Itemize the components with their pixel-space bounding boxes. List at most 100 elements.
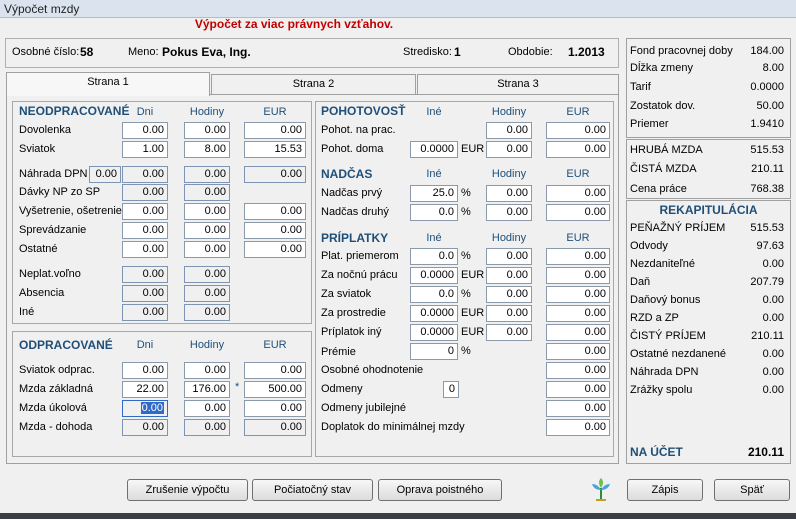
- pociatocny-stav-button[interactable]: Počiatočný stav: [252, 479, 373, 501]
- nadcas-druhy-hodiny[interactable]: 0.00: [486, 204, 532, 221]
- dovolenka-dni[interactable]: 0.00: [122, 122, 168, 139]
- sprevadzanie-hodiny[interactable]: 0.00: [184, 222, 230, 239]
- mzda-ukolova-eur[interactable]: 0.00: [244, 400, 306, 417]
- priplatok-ine[interactable]: 0.0: [410, 248, 458, 265]
- mzda-dohoda-eur: 0.00: [244, 419, 306, 436]
- priplatok-eur[interactable]: 0.00: [546, 305, 610, 322]
- priplatok-eur[interactable]: 0.00: [546, 324, 610, 341]
- priplatok-eur[interactable]: 0.00: [546, 267, 610, 284]
- cista-mzda-label: ČISTÁ MZDA: [630, 163, 697, 175]
- sviatok-dni[interactable]: 1.00: [122, 141, 168, 158]
- nadcas-prvy-eur[interactable]: 0.00: [546, 185, 610, 202]
- nadcas-druhy-ine[interactable]: 0.0: [410, 204, 458, 221]
- dovolenka-hodiny[interactable]: 0.00: [184, 122, 230, 139]
- priplatok-ine[interactable]: 0: [410, 343, 458, 360]
- obdobie-value: 1.2013: [568, 45, 605, 59]
- priplatok-unit: EUR: [461, 326, 485, 338]
- vysetrenie-label: Vyšetrenie, ošetrenie: [19, 205, 122, 217]
- hruba-mzda-label: HRUBÁ MZDA: [630, 144, 703, 156]
- nadcas-druhy-unit: %: [461, 206, 471, 218]
- mzda-zakladna-dni[interactable]: 22.00: [122, 381, 168, 398]
- rekap-row-value: 207.79: [750, 276, 784, 288]
- sviatok-hodiny[interactable]: 8.00: [184, 141, 230, 158]
- tab-strana-3[interactable]: Strana 3: [417, 74, 619, 94]
- dovolenka-eur[interactable]: 0.00: [244, 122, 306, 139]
- ostatne-dni[interactable]: 0.00: [122, 241, 168, 258]
- rekap-row-label: Nezdaniteľné: [630, 258, 695, 270]
- sviatok-odprac-hodiny[interactable]: 0.00: [184, 362, 230, 379]
- spat-button[interactable]: Späť: [714, 479, 790, 501]
- oprava-poistneho-button[interactable]: Oprava poistného: [378, 479, 502, 501]
- priplatok-hodiny[interactable]: 0.00: [486, 267, 532, 284]
- vysetrenie-eur[interactable]: 0.00: [244, 203, 306, 220]
- ostatne-eur[interactable]: 0.00: [244, 241, 306, 258]
- priplatok-ine[interactable]: 0.0000: [410, 305, 458, 322]
- sviatok-odprac-eur[interactable]: 0.00: [244, 362, 306, 379]
- tab-strana-2[interactable]: Strana 2: [211, 74, 416, 94]
- plant-icon: [588, 476, 614, 502]
- rekap-row-label: Daňový bonus: [630, 294, 701, 306]
- priplatok-eur[interactable]: 0.00: [546, 343, 610, 360]
- mzda-dohoda-dni: 0.00: [122, 419, 168, 436]
- priplatok-ine[interactable]: 0.0000: [410, 267, 458, 284]
- cena-prace-value: 768.38: [750, 183, 784, 195]
- priplatok-eur[interactable]: 0.00: [546, 286, 610, 303]
- mzda-ukolova-dni-value: 0.00: [140, 402, 164, 414]
- mzda-zakladna-eur[interactable]: 500.00: [244, 381, 306, 398]
- pohot-naprac-label: Pohot. na prac.: [321, 124, 396, 136]
- odmeny-eur[interactable]: 0.00: [546, 381, 610, 398]
- mzda-zakladna-label: Mzda základná: [19, 383, 93, 395]
- sviatok-eur[interactable]: 15.53: [244, 141, 306, 158]
- sprevadzanie-label: Sprevádzanie: [19, 224, 87, 236]
- osobne-label: Osobné číslo:: [12, 46, 80, 58]
- ine-label: Iné: [19, 306, 35, 318]
- pohot-doma-ine[interactable]: 0.0000: [410, 141, 458, 158]
- pohot-doma-eur[interactable]: 0.00: [546, 141, 610, 158]
- rekap-row-value: 0.00: [762, 348, 784, 360]
- ostatne-hodiny[interactable]: 0.00: [184, 241, 230, 258]
- mzda-ukolova-dni[interactable]: 0.00: [122, 400, 168, 417]
- vysetrenie-dni[interactable]: 0.00: [122, 203, 168, 220]
- osobne-ohodnotenie-eur[interactable]: 0.00: [546, 362, 610, 379]
- rekap-row-value: 0.00: [762, 384, 784, 396]
- priplatok-hodiny[interactable]: 0.00: [486, 286, 532, 303]
- neplat-dni: 0.00: [122, 266, 168, 283]
- neplat-hodiny: 0.00: [184, 266, 230, 283]
- rekap-row-value: 515.53: [750, 222, 784, 234]
- vysetrenie-hodiny[interactable]: 0.00: [184, 203, 230, 220]
- odpr-col-hodiny: Hodiny: [189, 339, 225, 351]
- doplatok-eur[interactable]: 0.00: [546, 419, 610, 436]
- priplatok-ine[interactable]: 0.0000: [410, 324, 458, 341]
- priplatok-eur[interactable]: 0.00: [546, 248, 610, 265]
- pohot-naprac-hodiny[interactable]: 0.00: [486, 122, 532, 139]
- tab-strana-1[interactable]: Strana 1: [6, 72, 210, 96]
- sprevadzanie-eur[interactable]: 0.00: [244, 222, 306, 239]
- nadcas-druhy-eur[interactable]: 0.00: [546, 204, 610, 221]
- priplatok-hodiny[interactable]: 0.00: [486, 305, 532, 322]
- odmeny-jubilejne-eur[interactable]: 0.00: [546, 400, 610, 417]
- nahrada-pre: 0.00: [89, 166, 121, 183]
- page-heading: Výpočet za viac právnych vzťahov.: [194, 17, 394, 31]
- priplatok-ine[interactable]: 0.0: [410, 286, 458, 303]
- sviatok-odprac-dni[interactable]: 0.00: [122, 362, 168, 379]
- mzda-zakladna-hodiny[interactable]: 176.00: [184, 381, 230, 398]
- odpr-col-dni: Dni: [136, 339, 154, 351]
- odmeny-count[interactable]: 0: [443, 381, 459, 398]
- pohot-naprac-eur[interactable]: 0.00: [546, 122, 610, 139]
- pohot-doma-hodiny[interactable]: 0.00: [486, 141, 532, 158]
- nadcas-prvy-hodiny[interactable]: 0.00: [486, 185, 532, 202]
- nahrada-dni: 0.00: [122, 166, 168, 183]
- priplatok-hodiny[interactable]: 0.00: [486, 248, 532, 265]
- mzda-ukolova-hodiny[interactable]: 0.00: [184, 400, 230, 417]
- zapis-button[interactable]: Zápis: [627, 479, 703, 501]
- nahrada-label: Náhrada DPN: [19, 168, 88, 180]
- sprevadzanie-dni[interactable]: 0.00: [122, 222, 168, 239]
- ine-dni: 0.00: [122, 304, 168, 321]
- rekap-row-value: 0.00: [762, 294, 784, 306]
- obdobie-label: Obdobie:: [508, 46, 553, 58]
- priplatok-hodiny[interactable]: 0.00: [486, 324, 532, 341]
- zrusenie-vypoctu-button[interactable]: Zrušenie výpočtu: [127, 479, 248, 501]
- nadcas-prvy-ine[interactable]: 25.0: [410, 185, 458, 202]
- priemer-label: Priemer: [630, 118, 669, 130]
- priplatky-title: PRÍPLATKY: [321, 231, 389, 245]
